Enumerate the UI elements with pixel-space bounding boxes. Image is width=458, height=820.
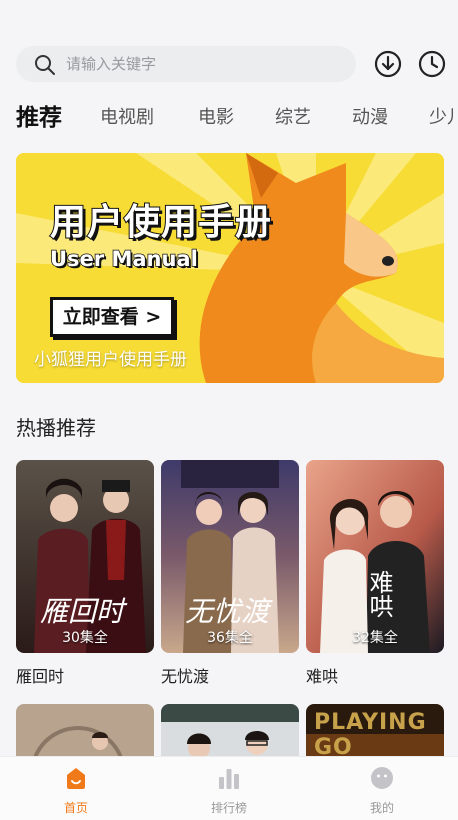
search-placeholder: 请输入关键字 [66,55,157,73]
nav-label: 首页 [63,801,88,815]
search-row: 请输入关键字 [16,46,446,82]
profile-icon [371,767,393,789]
drama-poster: 无忧渡 36集全 [161,460,299,653]
poster-title: 雁回时 [40,595,125,628]
tab-variety[interactable]: 综艺 [275,100,311,136]
banner[interactable]: 用户使用手册 User Manual 立即查看 > 小狐狸用户使用手册 [16,153,444,383]
tab-tv-series[interactable]: 电视剧 [100,100,154,136]
section-title: 热播推荐 [16,416,96,440]
view-now-button[interactable]: 立即查看 > [50,297,174,337]
poster-title: 难哄 [365,570,393,618]
drama-poster[interactable] [161,704,299,756]
poster-title: PLAYING GO [314,710,427,756]
drama-card[interactable]: 难哄 32集全 难哄 [306,460,444,687]
tab-movies[interactable]: 电影 [198,100,234,136]
poster-title: 无忧渡 [185,595,270,628]
drama-card[interactable]: 雁回时 30集全 雁回时 [16,460,154,687]
tab-anime[interactable]: 动漫 [352,100,388,136]
drama-name: 无忧渡 [161,667,210,686]
banner-subtitle: User Manual [49,246,198,272]
tab-kids[interactable]: 少儿 [429,100,458,136]
download-icon[interactable] [374,50,402,78]
nav-label: 排行榜 [210,801,247,815]
tab-recommend[interactable]: 推荐 [16,100,62,136]
drama-name: 雁回时 [16,667,65,686]
episode-count: 36集全 [207,630,253,646]
drama-poster: 雁回时 30集全 [16,460,154,653]
episode-count: 32集全 [352,630,398,646]
bottom-nav: 首页 排行榜 我的 [0,756,458,820]
nav-ranking[interactable]: 排行榜 [153,757,305,820]
drama-poster: 难哄 32集全 [306,460,444,653]
drama-card[interactable]: 无忧渡 36集全 无忧渡 [161,460,299,687]
search-icon [35,55,55,75]
banner-caption: 小狐狸用户使用手册 [34,350,187,370]
drama-name: 难哄 [306,667,339,686]
ranking-icon [219,769,239,789]
home-icon [67,768,85,789]
drama-poster[interactable] [16,704,154,756]
nav-label: 我的 [369,801,394,815]
history-icon[interactable] [418,50,446,78]
nav-home[interactable]: 首页 [0,757,152,820]
drama-poster[interactable]: PLAYING GO [306,704,444,756]
episode-count: 30集全 [62,630,108,646]
banner-title: 用户使用手册 [49,201,273,244]
category-tabs: 推荐 电视剧 电影 综艺 动漫 少儿 [0,100,458,140]
search-input[interactable]: 请输入关键字 [16,46,356,82]
nav-profile[interactable]: 我的 [306,757,458,820]
